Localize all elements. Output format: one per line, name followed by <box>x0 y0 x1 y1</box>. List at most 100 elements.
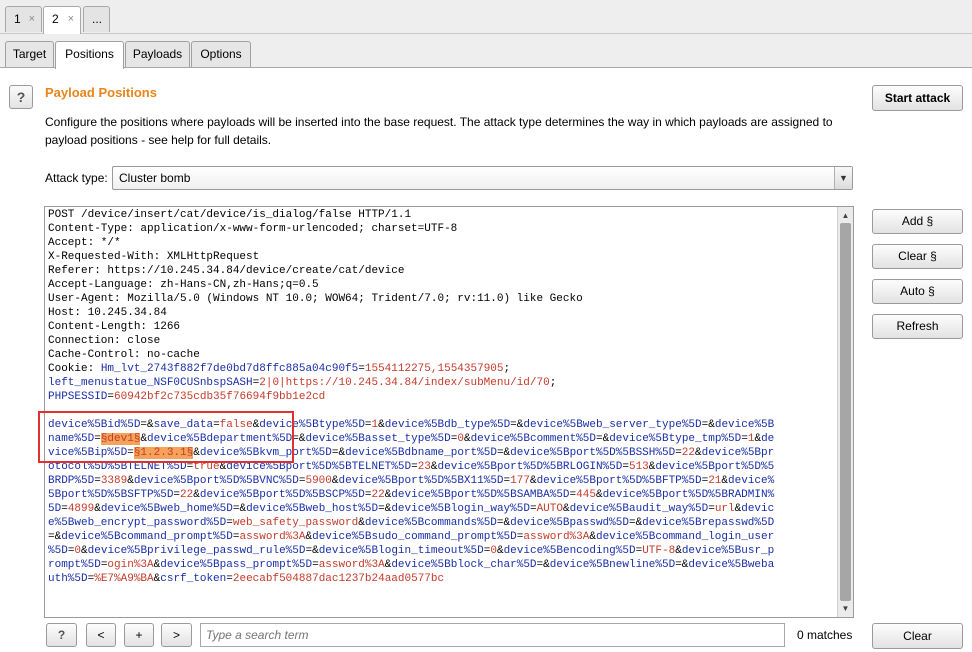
request-segment: = <box>708 503 715 515</box>
intruder-sub-tab-bar: Target Positions Payloads Options <box>0 34 972 69</box>
request-line: 5Bport%5D%5BSFTP%5D=22&device%5Bport%5D%… <box>48 488 833 502</box>
tab-options[interactable]: Options <box>191 41 251 67</box>
request-segment: = <box>48 531 55 543</box>
request-segment: device%5Bport%5D%5BSAMBA%5D <box>391 489 570 501</box>
request-segment: POST /device/insert/cat/device/is_dialog… <box>48 209 412 221</box>
request-segment: & <box>708 419 715 431</box>
request-line: BRDP%5D=3389&device%5Bport%5D%5BVNC%5D=5… <box>48 474 833 488</box>
search-input[interactable] <box>200 623 785 647</box>
request-segment: & <box>463 433 471 445</box>
start-attack-button[interactable]: Start attack <box>872 85 963 111</box>
request-segment: & <box>127 475 134 487</box>
request-line: Content-Length: 1266 <box>48 320 833 334</box>
scrollbar-thumb[interactable] <box>840 223 851 601</box>
intruder-tab-1[interactable]: 1 × <box>5 6 42 32</box>
request-line: Referer: https://10.245.34.84/device/cre… <box>48 264 833 278</box>
chevron-down-icon[interactable]: ▼ <box>834 167 852 189</box>
request-segment: 23 <box>417 461 431 473</box>
request-segment: User-Agent: Mozilla/5.0 (Windows NT 10.0… <box>48 293 583 305</box>
auto-marker-button[interactable]: Auto § <box>872 279 963 304</box>
request-segment: 3389 <box>100 475 128 487</box>
close-icon[interactable]: × <box>68 7 74 31</box>
tab-label: 2 <box>52 12 59 26</box>
clear-markers-button[interactable]: Clear § <box>872 244 963 269</box>
request-segment: Content-Type: application/x-www-form-url… <box>48 223 458 235</box>
request-segment: device%5Bprivilege_passwd_rule%5D <box>87 545 306 557</box>
request-line: POST /device/insert/cat/device/is_dialog… <box>48 208 833 222</box>
request-segment: AUTO <box>536 503 563 515</box>
request-segment: = <box>61 503 68 515</box>
request-segment: & <box>562 503 570 515</box>
request-segment: X-Requested-With: XMLHttpRequest <box>48 251 260 263</box>
request-segment: 5D <box>48 503 62 515</box>
request-segment: device%5Bdbname_port%5D <box>345 447 497 459</box>
request-segment: 4899 <box>67 503 95 515</box>
request-segment: rompt%5D <box>48 559 101 571</box>
request-segment: device%5Bpasswd%5D <box>510 517 629 529</box>
request-segment: = <box>622 461 629 473</box>
request-line: 5D=4899&device%5Bweb_home%5D=&device%5Bw… <box>48 502 833 516</box>
request-segment: = <box>510 419 517 431</box>
new-tab-button[interactable]: ... <box>83 6 110 32</box>
request-segment: 21 <box>708 475 722 487</box>
request-segment: 0 <box>490 545 497 557</box>
request-segment: = <box>675 559 682 571</box>
request-segment: Cache-Control: no-cache <box>48 349 200 361</box>
request-segment: & <box>529 475 537 487</box>
request-segment: 5900 <box>305 475 332 487</box>
request-segment: device%5Bport%5D%5BFTP%5D <box>536 475 702 487</box>
search-prev-button[interactable]: < <box>86 623 116 647</box>
request-line: Cookie: Hm_lvt_2743f882f7de0bd7d8ffc885a… <box>48 362 833 376</box>
request-segment: device%5Blogin_timeout%5D <box>318 545 484 557</box>
request-segment: device%5Bpr <box>701 447 775 459</box>
request-segment: 0 <box>457 433 464 445</box>
tab-target[interactable]: Target <box>5 41 54 67</box>
tab-label: ... <box>92 12 103 26</box>
request-segment: & <box>312 545 319 557</box>
request-segment: & <box>94 503 101 515</box>
request-segment: 445 <box>576 489 596 501</box>
request-segment: = <box>226 517 233 529</box>
search-add-button[interactable]: + <box>124 623 154 647</box>
search-help-button[interactable]: ? <box>46 623 77 647</box>
request-segment: ; <box>503 363 511 375</box>
editor-scrollbar[interactable]: ▲ ▼ <box>837 207 853 617</box>
scroll-down-icon[interactable]: ▼ <box>839 602 852 615</box>
request-segment: device%5Bcomment%5D <box>470 433 596 445</box>
request-segment: left_menustatue_NSF0CUSnbspSASH <box>48 377 253 389</box>
payload-highlight-box <box>38 411 294 463</box>
request-segment: device%5Bport%5D%5BVNC%5D <box>133 475 299 487</box>
request-segment: device%5Bweb_host%5D <box>246 503 379 515</box>
request-segment: 22 <box>180 489 194 501</box>
request-line: X-Requested-With: XMLHttpRequest <box>48 250 833 264</box>
request-segment: = <box>741 433 748 445</box>
request-text[interactable]: POST /device/insert/cat/device/is_dialog… <box>48 208 833 586</box>
intruder-tab-2[interactable]: 2 × <box>43 6 81 35</box>
request-segment: = <box>94 475 101 487</box>
request-segment: device%5Bport%5D%5BSSH%5D <box>510 447 676 459</box>
close-icon[interactable]: × <box>29 7 35 31</box>
request-segment: Content-Length: 1266 <box>48 321 181 333</box>
help-button[interactable]: ? <box>9 85 33 109</box>
request-segment: UTF-8 <box>642 545 676 557</box>
search-next-button[interactable]: > <box>161 623 192 647</box>
request-segment: & <box>543 559 550 571</box>
clear-button[interactable]: Clear <box>872 623 963 649</box>
request-segment: & <box>298 433 306 445</box>
tab-payloads[interactable]: Payloads <box>125 41 190 67</box>
request-segment: ; <box>549 377 557 389</box>
refresh-button[interactable]: Refresh <box>872 314 963 339</box>
request-segment: device%5Basset_type%5D <box>305 433 451 445</box>
scroll-up-icon[interactable]: ▲ <box>839 209 852 222</box>
request-segment: device%5Bdb_type%5D <box>384 419 511 431</box>
request-segment: & <box>675 545 682 557</box>
request-segment: 60942bf2c735cdb35f76694f9bb1e2cd <box>114 391 326 403</box>
request-line: Connection: close <box>48 334 833 348</box>
attack-type-select[interactable]: Cluster bomb ▼ <box>112 166 853 190</box>
tab-positions[interactable]: Positions <box>55 41 124 69</box>
request-segment: device%5Bsudo_command_prompt%5D <box>312 531 517 543</box>
request-segment: ogin%3A <box>107 559 154 571</box>
add-marker-button[interactable]: Add § <box>872 209 963 234</box>
request-segment: Hm_lvt_2743f882f7de0bd7d8ffc885a04c90f5 <box>100 363 359 375</box>
request-segment: & <box>695 447 702 459</box>
